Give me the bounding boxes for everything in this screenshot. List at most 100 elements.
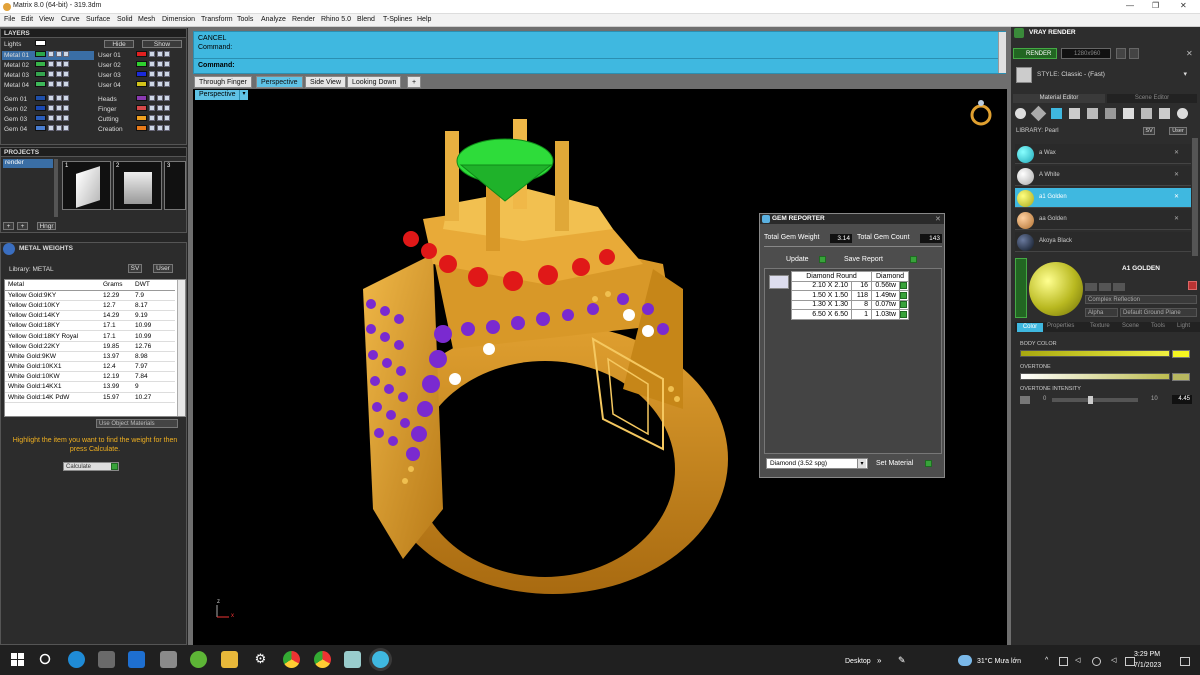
material-row[interactable]: Akoya Black [1015, 232, 1191, 252]
tab-scene-editor[interactable]: Scene Editor [1107, 94, 1197, 103]
material-option-icon[interactable] [1099, 283, 1111, 291]
table-row[interactable]: White Gold:14KX1 13.99 9 [5, 381, 175, 393]
user-library-select[interactable]: User [1169, 127, 1187, 135]
subtab-properties[interactable]: Properties [1047, 323, 1074, 329]
material-row-selected[interactable]: a1 Golden ✕ [1015, 188, 1191, 208]
table-row[interactable]: White Gold:14K PdW 15.97 10.27 [5, 392, 175, 403]
alpha-select[interactable]: Alpha [1085, 308, 1118, 317]
layer-color-swatch[interactable] [35, 61, 46, 67]
layer-render-icon[interactable] [164, 51, 171, 57]
save-report-play-icon[interactable] [910, 256, 917, 263]
delete-icon[interactable] [1188, 281, 1197, 290]
column-header[interactable]: Diamond Round [791, 271, 872, 282]
chrome-icon[interactable] [314, 651, 331, 668]
light-icon[interactable] [1123, 108, 1134, 119]
menu-dimension[interactable]: Dimension [162, 16, 195, 23]
lights-row[interactable]: Lights [2, 40, 62, 49]
render-button[interactable]: RENDER [1013, 48, 1057, 59]
table-row[interactable]: White Gold:10KX1 12.4 7.97 [5, 361, 175, 373]
subtab-texture[interactable]: Texture [1090, 323, 1110, 329]
menu-rhino[interactable]: Rhino 5.0 [321, 16, 351, 23]
layer-visible-icon[interactable] [156, 71, 163, 77]
subtab-light[interactable]: Light [1177, 323, 1190, 329]
subtab-scene[interactable]: Scene [1122, 323, 1139, 329]
tray-icon[interactable] [1059, 657, 1068, 666]
calculate-field[interactable]: Calculate [63, 462, 119, 471]
table-row[interactable]: Yellow Gold:9KY 12.29 7.9 [5, 290, 175, 301]
subtab-color[interactable]: Color [1017, 323, 1043, 332]
table-scrollbar[interactable] [177, 280, 185, 416]
tab-material-editor[interactable]: Material Editor [1013, 94, 1105, 103]
layer-visible-icon[interactable] [55, 51, 62, 57]
layer-render-icon[interactable] [164, 105, 171, 111]
lock-icon[interactable] [47, 61, 54, 67]
set-material-button[interactable]: Set Material [876, 460, 913, 467]
layer-render-icon[interactable] [164, 71, 171, 77]
lock-icon[interactable] [47, 125, 54, 131]
table-row[interactable]: Yellow Gold:18KY Royal 17.1 10.99 [5, 330, 175, 342]
layer-visible-icon[interactable] [156, 61, 163, 67]
layer-color-swatch[interactable] [35, 51, 46, 57]
layer-visible-icon[interactable] [55, 105, 62, 111]
material-option-icon[interactable] [1113, 283, 1125, 291]
add-project-button[interactable]: + [3, 222, 14, 230]
layer-row[interactable]: Finger [96, 105, 186, 114]
weather-text[interactable]: 31°C Mưa lớn [977, 658, 1021, 665]
store-icon[interactable] [98, 651, 115, 668]
layer-render-icon[interactable] [63, 125, 70, 131]
app-icon[interactable] [344, 651, 361, 668]
layer-visible-icon[interactable] [156, 115, 163, 121]
table-row[interactable]: White Gold:10KW 12.19 7.84 [5, 371, 175, 383]
lock-icon[interactable] [47, 105, 54, 111]
lock-icon[interactable] [47, 95, 54, 101]
layer-row[interactable]: User 03 [96, 71, 186, 80]
gem-material-select[interactable]: Diamond (3.52 spg) ▾ [766, 458, 868, 469]
layer-render-icon[interactable] [164, 95, 171, 101]
layer-row[interactable]: Gem 03 [2, 115, 94, 124]
menu-edit[interactable]: Edit [21, 16, 33, 23]
menu-tools[interactable]: Tools [237, 16, 253, 23]
layer-color-swatch[interactable] [35, 115, 46, 121]
material-row[interactable]: a Wax ✕ [1015, 144, 1191, 164]
lock-icon[interactable] [148, 81, 155, 87]
save-report-button[interactable]: Save Report [844, 256, 883, 263]
layer-row[interactable]: User 04 [96, 81, 186, 90]
layer-visible-icon[interactable] [55, 115, 62, 121]
layer-color-swatch[interactable] [35, 125, 46, 131]
layer-row[interactable]: User 02 [96, 61, 186, 70]
menu-view[interactable]: View [39, 16, 54, 23]
lock-icon[interactable] [47, 81, 54, 87]
table-row[interactable]: 1.30 X 1.30 8 0.07tw [791, 299, 909, 310]
library-mode-select[interactable]: SV [1143, 127, 1155, 135]
layer-render-icon[interactable] [63, 61, 70, 67]
layer-color-swatch[interactable] [35, 81, 46, 87]
project-item[interactable]: render [3, 159, 53, 168]
library-mode-select[interactable]: SV [128, 264, 142, 273]
lights-swatch[interactable] [35, 40, 46, 46]
menu-transform[interactable]: Transform [201, 16, 233, 23]
style-select[interactable]: STYLE: Classic - (Fast) ▾ [1037, 71, 1187, 81]
column-header[interactable]: Diamond [871, 271, 909, 282]
weather-icon[interactable] [958, 655, 972, 666]
tab-perspective[interactable]: Perspective [256, 76, 303, 88]
ground-plane-select[interactable]: Default Ground Plane [1120, 308, 1197, 317]
layer-color-swatch[interactable] [136, 61, 147, 67]
layer-visible-icon[interactable] [156, 125, 163, 131]
project-thumb[interactable]: 2 [113, 161, 162, 210]
overtone-slider[interactable] [1020, 373, 1170, 380]
user-library-select[interactable]: User [153, 264, 173, 273]
layer-render-icon[interactable] [63, 115, 70, 121]
menu-render[interactable]: Render [292, 16, 315, 23]
layer-visible-icon[interactable] [55, 125, 62, 131]
layer-color-swatch[interactable] [35, 95, 46, 101]
table-row[interactable]: 1.50 X 1.50 118 1.49tw [791, 290, 909, 301]
table-row[interactable]: White Gold:9KW 13.97 8.98 [5, 351, 175, 363]
layer-row[interactable]: Heads [96, 95, 186, 104]
preview-toggle[interactable] [1015, 258, 1027, 318]
menu-tsplines[interactable]: T-Splines [383, 16, 412, 23]
layer-color-swatch[interactable] [136, 125, 147, 131]
layer-row[interactable]: Metal 01 [2, 51, 94, 60]
hide-button[interactable]: Hide [104, 40, 134, 48]
clock-time[interactable]: 3:29 PM [1134, 651, 1160, 658]
material-option-icon[interactable] [1085, 283, 1097, 291]
